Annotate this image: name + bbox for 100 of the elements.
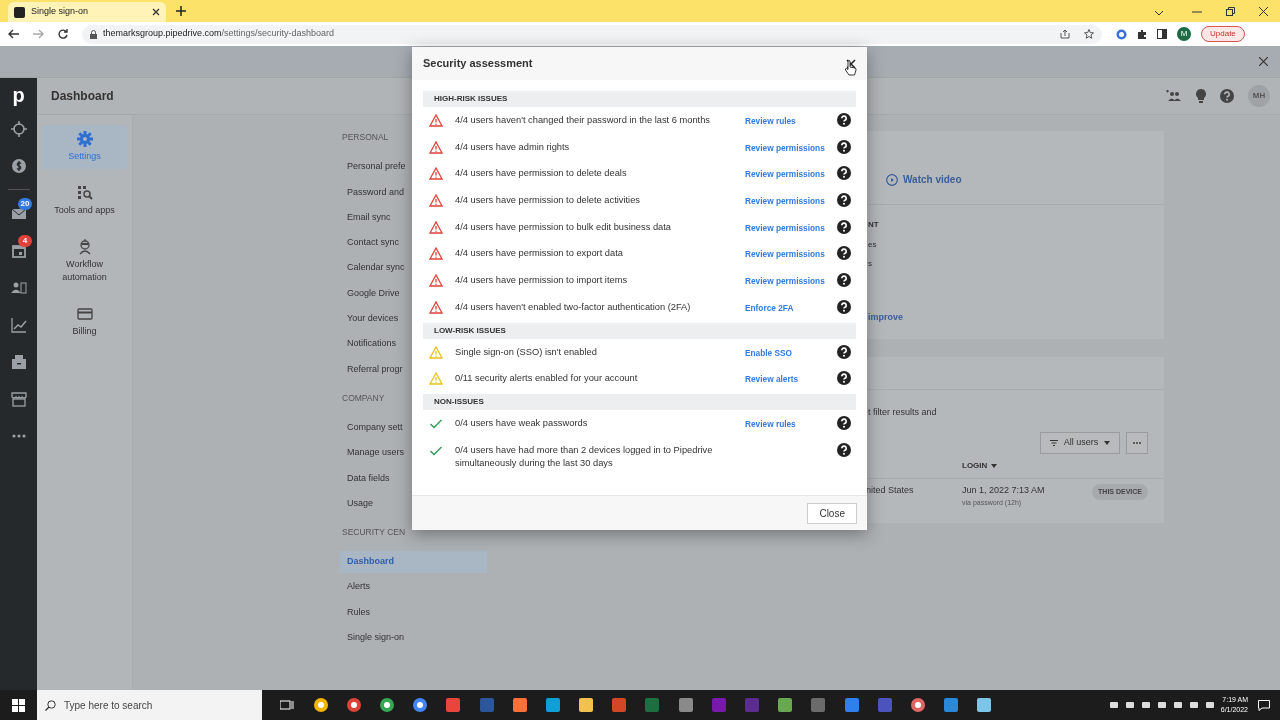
- filter-icon: [1049, 440, 1058, 446]
- help-icon[interactable]: [837, 273, 851, 288]
- taskbar-app-icon[interactable]: [909, 697, 926, 713]
- action-link[interactable]: Review permissions: [745, 248, 825, 261]
- improve-link[interactable]: improve: [868, 311, 903, 325]
- app-logo[interactable]: p: [12, 84, 25, 110]
- close-icon[interactable]: [1259, 7, 1268, 16]
- help-icon[interactable]: [837, 219, 851, 234]
- warning-icon: [429, 220, 443, 234]
- menu-item[interactable]: Rules: [339, 601, 372, 624]
- puzzle-icon[interactable]: [1137, 29, 1147, 39]
- target-icon[interactable]: [10, 120, 27, 137]
- menu-item[interactable]: Calendar sync: [339, 257, 407, 280]
- lightbulb-icon[interactable]: [1196, 89, 1206, 103]
- box-icon[interactable]: [10, 353, 27, 370]
- taskbar-app-icon[interactable]: [777, 697, 794, 713]
- taskbar-app-icon[interactable]: [312, 697, 329, 713]
- reload-icon[interactable]: [58, 29, 68, 39]
- chart-icon[interactable]: [10, 316, 27, 333]
- chevron-down-icon[interactable]: [1154, 10, 1164, 16]
- help-icon[interactable]: [837, 193, 851, 208]
- menu-item[interactable]: Data fields: [339, 467, 392, 490]
- back-icon[interactable]: [8, 29, 19, 39]
- profile-avatar[interactable]: M: [1177, 27, 1191, 41]
- update-button[interactable]: Update: [1201, 26, 1245, 42]
- settings-nav-item[interactable]: Billing: [42, 300, 127, 344]
- close-icon[interactable]: [152, 8, 160, 16]
- action-link[interactable]: Review permissions: [745, 168, 825, 181]
- action-link[interactable]: Review permissions: [745, 275, 825, 288]
- restore-icon[interactable]: [1226, 7, 1235, 16]
- menu-item[interactable]: Email sync: [339, 206, 393, 229]
- help-icon[interactable]: [837, 371, 851, 386]
- menu-item[interactable]: Usage: [339, 492, 375, 515]
- taskbar-app-icon[interactable]: [544, 697, 561, 713]
- taskbar-search-field[interactable]: Type here to search: [37, 690, 262, 720]
- new-tab-icon[interactable]: [176, 6, 186, 16]
- notification-icon[interactable]: [1258, 699, 1270, 711]
- menu-item[interactable]: Alerts: [339, 576, 372, 599]
- help-icon[interactable]: [837, 344, 851, 359]
- action-link[interactable]: Review alerts: [745, 373, 799, 386]
- close-button[interactable]: Close: [807, 502, 857, 524]
- star-icon[interactable]: [1084, 29, 1094, 39]
- help-icon[interactable]: [837, 139, 851, 154]
- mouse-cursor-icon: [845, 60, 857, 76]
- taskbar-app-icon[interactable]: [578, 697, 595, 713]
- extension-icon[interactable]: [1116, 28, 1127, 40]
- menu-item[interactable]: Manage users: [339, 441, 407, 464]
- shop-icon[interactable]: [10, 390, 27, 407]
- menu-item[interactable]: Single sign-on: [339, 626, 407, 649]
- action-link[interactable]: Review permissions: [745, 141, 825, 154]
- credit-card-icon: [76, 306, 93, 322]
- tab-title: Single sign-on: [31, 5, 90, 19]
- menu-item[interactable]: Password and: [339, 181, 407, 204]
- action-link[interactable]: Review permissions: [745, 221, 825, 234]
- help-icon[interactable]: [837, 246, 851, 261]
- more-button[interactable]: [1126, 432, 1148, 454]
- filter-dropdown[interactable]: All users: [1040, 432, 1120, 454]
- action-link[interactable]: Review rules: [745, 115, 796, 127]
- help-icon[interactable]: [837, 442, 851, 457]
- menu-item[interactable]: Notifications: [339, 333, 399, 356]
- sidebar-icon[interactable]: [1157, 29, 1167, 39]
- settings-nav-item[interactable]: Tools and apps: [42, 179, 127, 223]
- windows-start-icon[interactable]: [12, 698, 25, 712]
- taskbar-app-icon[interactable]: [345, 697, 362, 713]
- settings-nav-item[interactable]: Workflow automation: [42, 233, 127, 290]
- taskbar-app-icon[interactable]: [378, 697, 395, 713]
- watch-video-link[interactable]: Watch video: [886, 172, 962, 187]
- gear-icon: [76, 131, 93, 147]
- menu-item[interactable]: Personal prefe: [339, 156, 408, 178]
- action-link[interactable]: Enable SSO: [745, 346, 793, 359]
- caret-icon: [991, 464, 998, 468]
- browser-tab[interactable]: Single sign-on: [8, 2, 166, 22]
- contacts-icon[interactable]: [10, 279, 27, 296]
- dollar-icon[interactable]: [10, 157, 27, 174]
- taskbar-app-icon[interactable]: [412, 697, 429, 713]
- menu-heading: SECURITY CEN: [341, 525, 406, 538]
- menu-item[interactable]: Your devices: [339, 307, 401, 330]
- add-people-icon[interactable]: [1165, 90, 1182, 102]
- issue-text: 4/4 users haven't enabled two-factor authentication (2FA): [455, 300, 692, 314]
- share-icon[interactable]: [1060, 29, 1070, 39]
- menu-item[interactable]: Google Drive: [339, 282, 402, 305]
- column-header[interactable]: LOGIN: [962, 460, 998, 472]
- help-icon[interactable]: [837, 166, 851, 181]
- help-icon[interactable]: [837, 415, 851, 430]
- action-link[interactable]: Enforce 2FA: [745, 301, 794, 314]
- taskbar-app-icon[interactable]: [511, 697, 528, 713]
- menu-item[interactable]: Company sett: [339, 416, 405, 439]
- action-link[interactable]: Review rules: [745, 417, 796, 430]
- warning-icon: [429, 167, 443, 181]
- action-link[interactable]: Review permissions: [745, 195, 825, 208]
- taskbar-app-icon[interactable]: [976, 697, 993, 713]
- menu-item[interactable]: Referral progr: [339, 358, 405, 381]
- help-icon[interactable]: [837, 113, 851, 127]
- help-icon[interactable]: [837, 299, 851, 314]
- menu-item[interactable]: Dashboard: [339, 550, 487, 573]
- warning-icon: [429, 114, 443, 127]
- close-icon[interactable]: [846, 58, 856, 69]
- calendar-icon[interactable]: [10, 242, 27, 259]
- menu-item[interactable]: Contact sync: [339, 231, 402, 254]
- address-bar[interactable]: themarksgroup.pipedrive.com/settings/security-dashboard: [82, 24, 1102, 44]
